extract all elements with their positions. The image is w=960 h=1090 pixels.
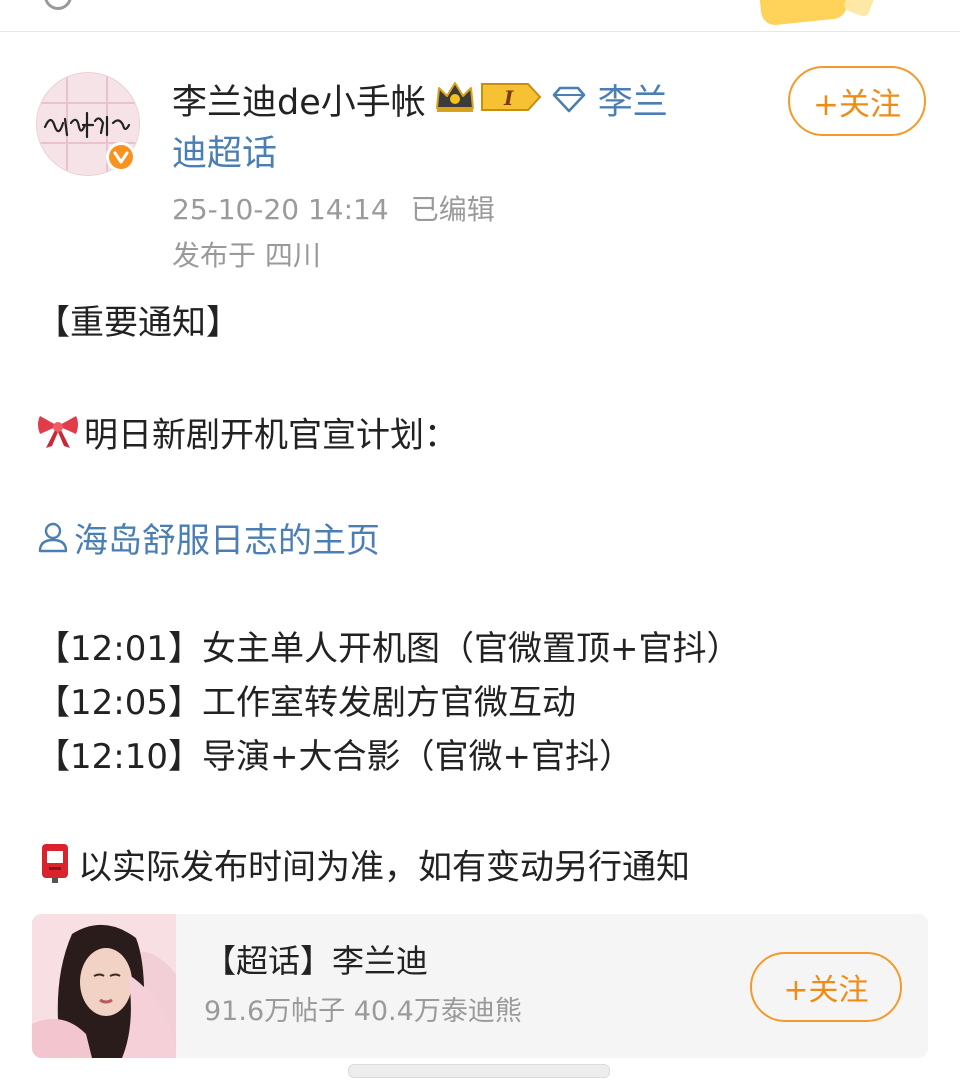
- note-line: 以实际发布时间为准，如有变动另行通知: [36, 840, 690, 898]
- follow-button-label: +关注: [813, 86, 901, 123]
- edited-label[interactable]: 已编辑: [411, 193, 495, 226]
- post-meta: 25-10-20 14:14 已编辑: [172, 190, 495, 230]
- mention-link[interactable]: 海岛舒服日志的主页: [36, 516, 380, 568]
- sticker-tail-decoration: [842, 0, 876, 18]
- supertopic-follow-button[interactable]: +关注: [750, 952, 902, 1022]
- verified-v-icon: [106, 142, 136, 172]
- intro-line: 明日新剧开机官宣计划：: [36, 410, 458, 464]
- crown-icon: [434, 77, 476, 129]
- sticker-decoration: [757, 0, 849, 27]
- mention-text: 海岛舒服日志的主页: [74, 521, 380, 561]
- schedule-item-3: 【12:10】导演+大合影（官微+官抖）: [36, 737, 633, 777]
- follow-button[interactable]: +关注: [788, 66, 926, 136]
- back-circle-icon[interactable]: [44, 0, 72, 10]
- intro-text: 明日新剧开机官宣计划：: [84, 415, 458, 456]
- supertopic-link-part2[interactable]: 迪超话: [172, 128, 277, 180]
- diamond-icon: [552, 77, 586, 129]
- supertopic-card[interactable]: 【超话】李兰迪 91.6万帖子 40.4万泰迪熊 +关注: [32, 914, 928, 1058]
- supertopic-link-part1[interactable]: 李兰: [598, 77, 668, 129]
- post-location: 发布于 四川: [172, 239, 321, 272]
- supertopic-follow-label: +关注: [783, 973, 869, 1008]
- author-name[interactable]: 李兰迪de小手帐: [172, 77, 426, 129]
- schedule-item-1: 【12:01】女主单人开机图（官微置顶+官抖）: [36, 629, 741, 669]
- user-icon: [36, 518, 70, 568]
- schedule-item-2: 【12:05】工作室转发剧方官微互动: [36, 683, 576, 723]
- author-name-line: 李兰迪de小手帐 I 李兰: [172, 76, 732, 129]
- supertopic-cover-image: [32, 914, 176, 1058]
- bottom-handle: [348, 1064, 610, 1078]
- level-badge-text: I: [503, 86, 514, 110]
- postbox-icon: [36, 840, 74, 898]
- supertopic-title: 【超话】李兰迪: [204, 942, 429, 980]
- level-badge-icon: I: [480, 77, 542, 129]
- ribbon-bow-icon: [36, 410, 80, 464]
- supertopic-stats: 91.6万帖子 40.4万泰迪熊: [204, 996, 522, 1027]
- note-text: 以实际发布时间为准，如有变动另行通知: [78, 847, 690, 888]
- post-timestamp: 25-10-20 14:14: [172, 193, 389, 226]
- notice-heading: 【重要通知】: [36, 303, 240, 343]
- top-status-bar: [0, 0, 960, 32]
